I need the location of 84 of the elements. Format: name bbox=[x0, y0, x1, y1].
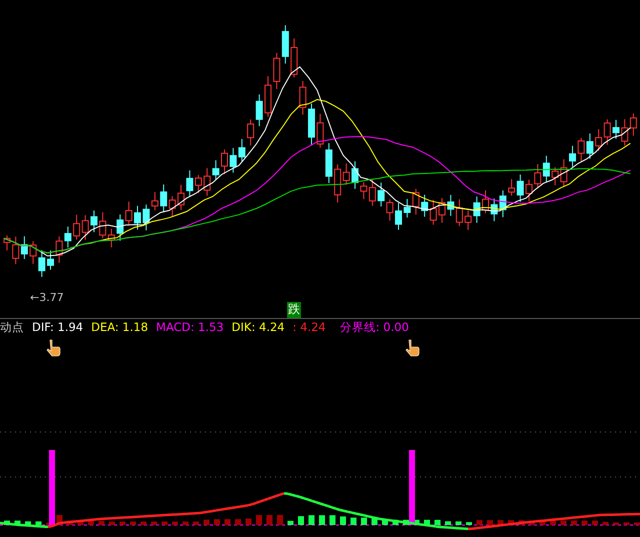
indicator-value: MACD: 1.53 bbox=[156, 320, 224, 334]
histogram-bar bbox=[602, 522, 608, 525]
indicator-value: : 4.24 bbox=[292, 320, 326, 334]
candlestick bbox=[178, 184, 184, 210]
histogram-bar bbox=[277, 515, 283, 525]
signal-tag: 跌 bbox=[287, 302, 301, 318]
histogram-bar bbox=[424, 520, 430, 525]
histogram-bar bbox=[498, 520, 504, 525]
candlestick bbox=[438, 198, 446, 224]
histogram-bar bbox=[214, 519, 220, 525]
candlestick bbox=[352, 160, 358, 190]
histogram-bar bbox=[266, 515, 272, 525]
histogram-bar bbox=[350, 518, 356, 525]
histogram-bar bbox=[298, 516, 304, 525]
histogram-bar bbox=[487, 520, 493, 525]
histogram-bar bbox=[634, 522, 640, 525]
histogram-bar bbox=[434, 520, 440, 525]
histogram-bar bbox=[613, 522, 619, 525]
candlestick bbox=[308, 103, 315, 146]
histogram-bar bbox=[140, 522, 146, 525]
histogram-bar bbox=[540, 520, 546, 525]
histogram-bar bbox=[246, 518, 252, 525]
histogram-bar bbox=[162, 522, 168, 525]
indicator-name: 动点 bbox=[0, 320, 24, 334]
indicator-value: DIK: 4.24 bbox=[232, 320, 285, 334]
histogram-bar bbox=[518, 520, 524, 525]
candlestick bbox=[221, 148, 228, 175]
histogram-bar bbox=[120, 522, 126, 525]
indicator-value: 分界线: 0.00 bbox=[340, 320, 409, 334]
histogram-bar bbox=[560, 520, 566, 525]
histogram-bar bbox=[88, 520, 94, 525]
histogram-bar bbox=[445, 521, 451, 525]
histogram-bar bbox=[330, 515, 336, 525]
histogram-bar bbox=[78, 520, 84, 525]
histogram-bar bbox=[288, 520, 294, 525]
histogram-bar bbox=[571, 520, 577, 525]
candlestick bbox=[482, 190, 489, 214]
candlestick bbox=[395, 202, 402, 230]
histogram-bar bbox=[25, 521, 31, 525]
histogram-bar bbox=[624, 522, 630, 525]
histogram-bar bbox=[193, 522, 199, 525]
histogram-bar bbox=[109, 522, 115, 525]
histogram-bar bbox=[151, 522, 157, 525]
histogram-bar bbox=[308, 515, 314, 525]
histogram-bar bbox=[98, 520, 104, 525]
histogram-bar bbox=[235, 519, 241, 525]
histogram-bar bbox=[466, 522, 472, 525]
histogram-bar bbox=[14, 520, 20, 525]
candlestick bbox=[4, 234, 10, 251]
histogram-bar bbox=[130, 522, 136, 525]
histogram-bar bbox=[172, 522, 178, 525]
candlestick bbox=[264, 76, 272, 118]
histogram-bar bbox=[582, 520, 588, 525]
candlestick bbox=[526, 179, 532, 202]
candlestick bbox=[569, 145, 576, 168]
histogram-bar bbox=[529, 520, 535, 525]
histogram-bar bbox=[67, 520, 73, 525]
histogram-bar bbox=[508, 520, 514, 525]
histogram-bar bbox=[256, 515, 262, 525]
indicator-value: DIF: 1.94 bbox=[32, 320, 84, 334]
histogram-bar bbox=[403, 520, 409, 525]
pointing-hand-icon bbox=[406, 340, 420, 356]
histogram-bar bbox=[204, 520, 210, 525]
pointing-hand-icon bbox=[46, 340, 60, 356]
histogram-bar bbox=[361, 518, 367, 525]
candlestick bbox=[134, 205, 141, 230]
histogram-bar bbox=[550, 520, 556, 525]
histogram-bar bbox=[392, 520, 398, 525]
candlestick bbox=[290, 38, 298, 78]
candlestick bbox=[299, 80, 306, 116]
histogram-bar bbox=[340, 516, 346, 525]
histogram-bar bbox=[224, 519, 230, 525]
histogram-bar bbox=[456, 521, 462, 525]
histogram-bar bbox=[319, 515, 325, 525]
histogram-bar bbox=[592, 520, 598, 525]
histogram-bar bbox=[476, 520, 482, 525]
candlestick bbox=[47, 250, 54, 270]
indicator-value: DEA: 1.18 bbox=[91, 320, 148, 334]
histogram-bar bbox=[182, 522, 188, 525]
low-price-label: ←3.77 bbox=[30, 291, 64, 302]
candlestick bbox=[90, 210, 98, 233]
candlestick bbox=[612, 119, 620, 140]
histogram-bar bbox=[36, 521, 42, 525]
histogram-bar bbox=[4, 520, 10, 525]
